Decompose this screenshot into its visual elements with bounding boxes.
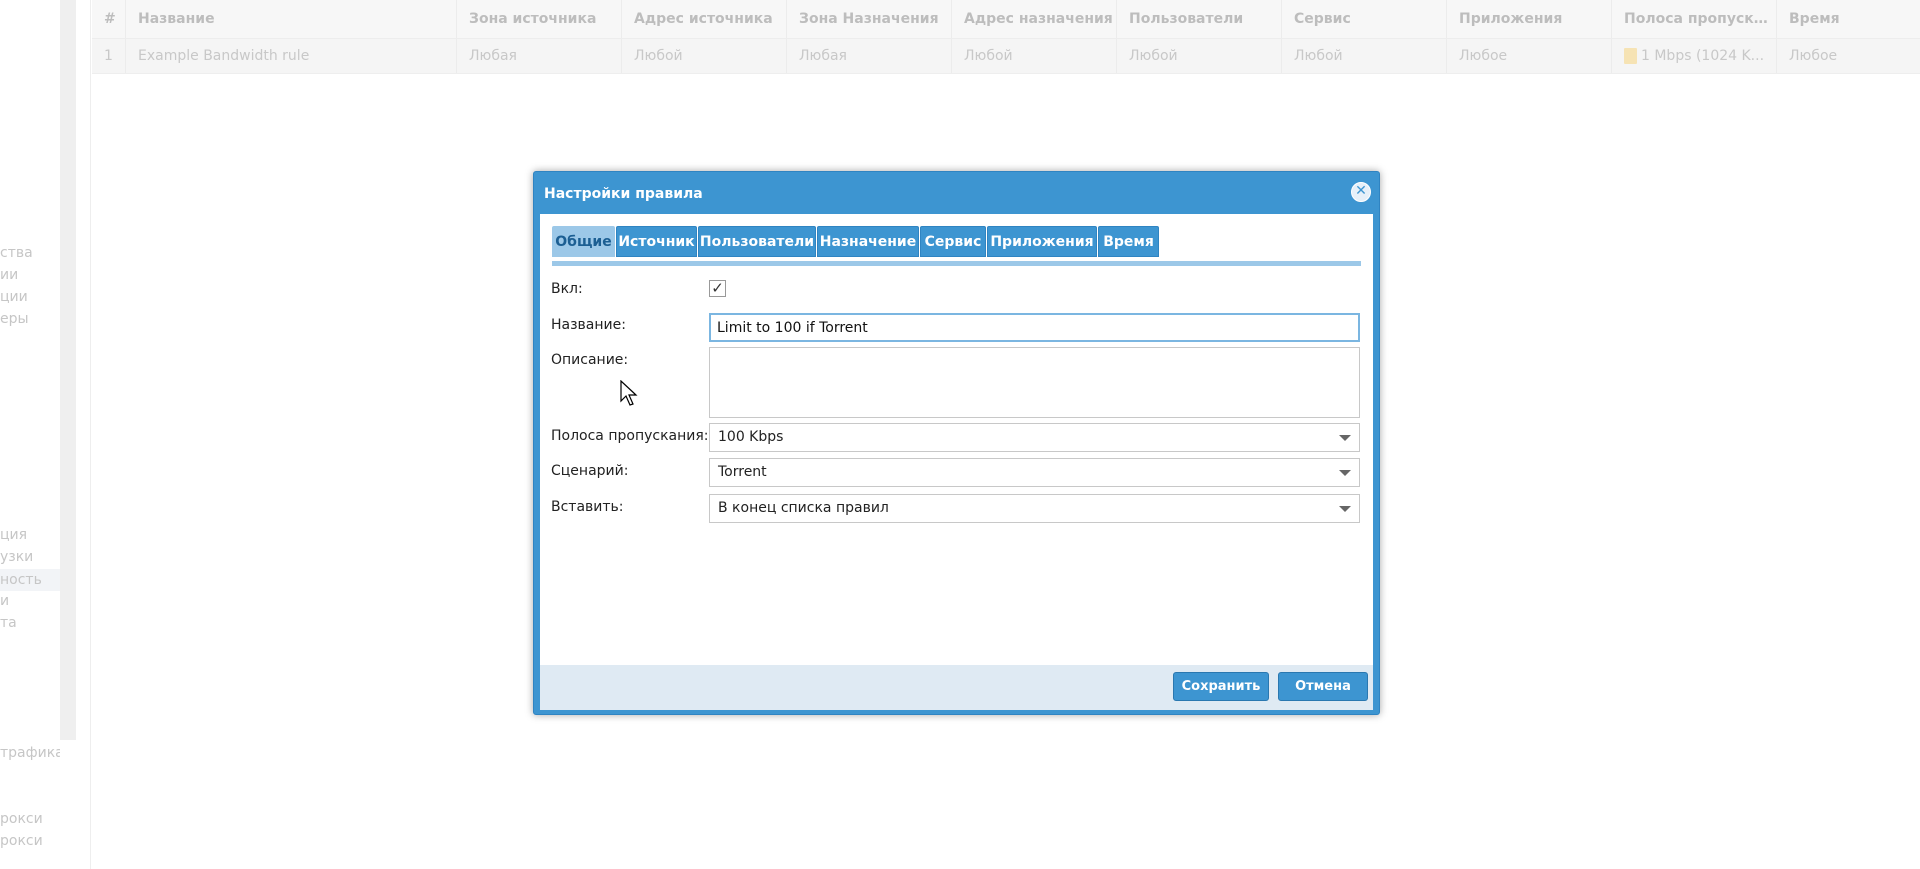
- dialog-footer: Сохранить Отмена: [540, 665, 1373, 710]
- scenario-value: Torrent: [718, 464, 767, 480]
- tab-source[interactable]: Источник: [616, 226, 697, 257]
- enabled-checkbox[interactable]: ✓: [709, 280, 726, 297]
- name-input[interactable]: [709, 313, 1360, 342]
- tab-general[interactable]: Общие: [552, 226, 615, 257]
- enabled-label: Вкл:: [551, 281, 583, 297]
- scenario-label: Сценарий:: [551, 463, 629, 479]
- name-label: Название:: [551, 317, 626, 333]
- save-button[interactable]: Сохранить: [1173, 672, 1269, 701]
- mouse-cursor-icon: [620, 380, 638, 406]
- rule-settings-dialog: Настройки правила ✕ Общие Источник Польз…: [533, 171, 1380, 715]
- close-icon[interactable]: ✕: [1351, 182, 1371, 202]
- insert-select[interactable]: В конец списка правил: [709, 494, 1360, 523]
- chevron-down-icon[interactable]: [1339, 506, 1351, 512]
- dialog-title: Настройки правила: [544, 186, 703, 202]
- description-field[interactable]: [709, 347, 1360, 418]
- chevron-down-icon[interactable]: [1339, 470, 1351, 476]
- cancel-button[interactable]: Отмена: [1278, 672, 1368, 701]
- tab-time[interactable]: Время: [1098, 226, 1159, 257]
- scenario-select[interactable]: Torrent: [709, 458, 1360, 487]
- bandwidth-value: 100 Kbps: [718, 429, 784, 445]
- tab-users[interactable]: Пользователи: [698, 226, 816, 257]
- tab-bar: Общие Источник Пользователи Назначение С…: [552, 226, 1361, 266]
- description-label: Описание:: [551, 352, 629, 368]
- chevron-down-icon[interactable]: [1339, 435, 1351, 441]
- insert-value: В конец списка правил: [718, 500, 889, 516]
- bandwidth-select[interactable]: 100 Kbps: [709, 423, 1360, 452]
- insert-label: Вставить:: [551, 499, 624, 515]
- bandwidth-label: Полоса пропускания:: [551, 428, 709, 444]
- dialog-body: Общие Источник Пользователи Назначение С…: [540, 214, 1373, 710]
- tab-destination[interactable]: Назначение: [817, 226, 919, 257]
- tab-applications[interactable]: Приложения: [987, 226, 1097, 257]
- tab-service[interactable]: Сервис: [920, 226, 986, 257]
